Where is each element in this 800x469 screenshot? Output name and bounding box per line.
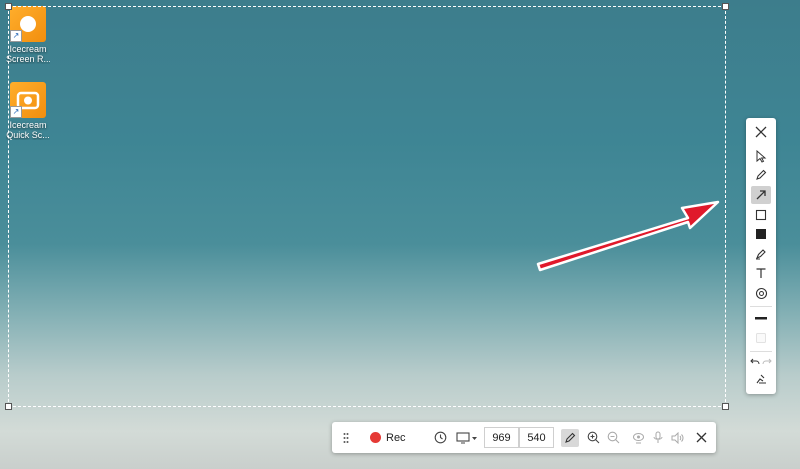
- width-input[interactable]: 969: [484, 427, 519, 448]
- close-annotation-button[interactable]: [751, 123, 771, 141]
- monitor-select-dropdown[interactable]: [454, 422, 480, 453]
- zoom-out-button[interactable]: [604, 422, 622, 453]
- webcam-button[interactable]: [630, 422, 646, 453]
- resize-handle-top-right[interactable]: [722, 3, 729, 10]
- pencil-icon: [565, 432, 576, 443]
- drag-handle[interactable]: [340, 422, 352, 453]
- resize-handle-bottom-left[interactable]: [5, 403, 12, 410]
- pencil-icon: [756, 169, 767, 180]
- drag-handle-icon: [343, 432, 349, 443]
- annotation-toolbar: [746, 118, 776, 394]
- select-cursor-icon: [756, 149, 767, 163]
- undo-icon: [750, 358, 760, 365]
- numbering-icon: [755, 287, 767, 299]
- close-icon: [755, 126, 767, 138]
- rectangle-outline-tool-button[interactable]: [751, 206, 771, 224]
- clear-annotations-button[interactable]: [751, 369, 771, 387]
- clear-icon: [756, 374, 766, 384]
- resize-handle-bottom-right[interactable]: [722, 403, 729, 410]
- monitor-dropdown-icon: [456, 431, 477, 443]
- text-tool-button[interactable]: [751, 264, 771, 282]
- webcam-icon: [632, 433, 644, 444]
- rectangle-filled-tool-button[interactable]: [751, 225, 771, 243]
- height-input[interactable]: 540: [519, 427, 554, 448]
- color-picker-button[interactable]: [751, 329, 771, 347]
- toolbar-separator: [750, 306, 772, 307]
- annotation-arrow[interactable]: [530, 192, 725, 272]
- select-tool-button[interactable]: [751, 147, 771, 165]
- system-audio-button[interactable]: [669, 422, 685, 453]
- microphone-button[interactable]: [650, 422, 666, 453]
- recording-toolbar: Rec 969 540: [332, 422, 716, 453]
- close-icon: [696, 432, 706, 443]
- rectangle-filled-icon: [756, 229, 766, 239]
- line-thickness-button[interactable]: [751, 309, 771, 327]
- color-swatch-icon: [756, 333, 766, 343]
- microphone-icon: [653, 431, 663, 443]
- draw-toggle-button[interactable]: [560, 422, 580, 453]
- record-dot-icon: [370, 432, 381, 443]
- zoom-in-icon: [587, 431, 599, 444]
- redo-icon: [762, 358, 772, 365]
- zoom-out-icon: [607, 431, 619, 444]
- arrow-tool-icon: [756, 190, 766, 200]
- clock-icon: [434, 431, 446, 444]
- toolbar-separator: [750, 351, 772, 352]
- timer-button[interactable]: [430, 422, 450, 453]
- close-toolbar-button[interactable]: [692, 422, 710, 453]
- arrow-tool-button[interactable]: [751, 186, 771, 204]
- marker-icon: [755, 249, 766, 260]
- record-button[interactable]: Rec: [370, 422, 410, 453]
- marker-tool-button[interactable]: [751, 245, 771, 263]
- rectangle-outline-icon: [755, 209, 767, 221]
- resize-handle-top-left[interactable]: [5, 3, 12, 10]
- record-button-label: Rec: [386, 431, 406, 444]
- pencil-tool-button[interactable]: [751, 166, 771, 184]
- line-thickness-icon: [755, 317, 767, 320]
- zoom-in-button[interactable]: [584, 422, 602, 453]
- numbering-tool-button[interactable]: [751, 284, 771, 302]
- speaker-icon: [671, 431, 683, 444]
- draw-toggle-active-bg: [561, 428, 579, 447]
- text-icon: [756, 268, 766, 278]
